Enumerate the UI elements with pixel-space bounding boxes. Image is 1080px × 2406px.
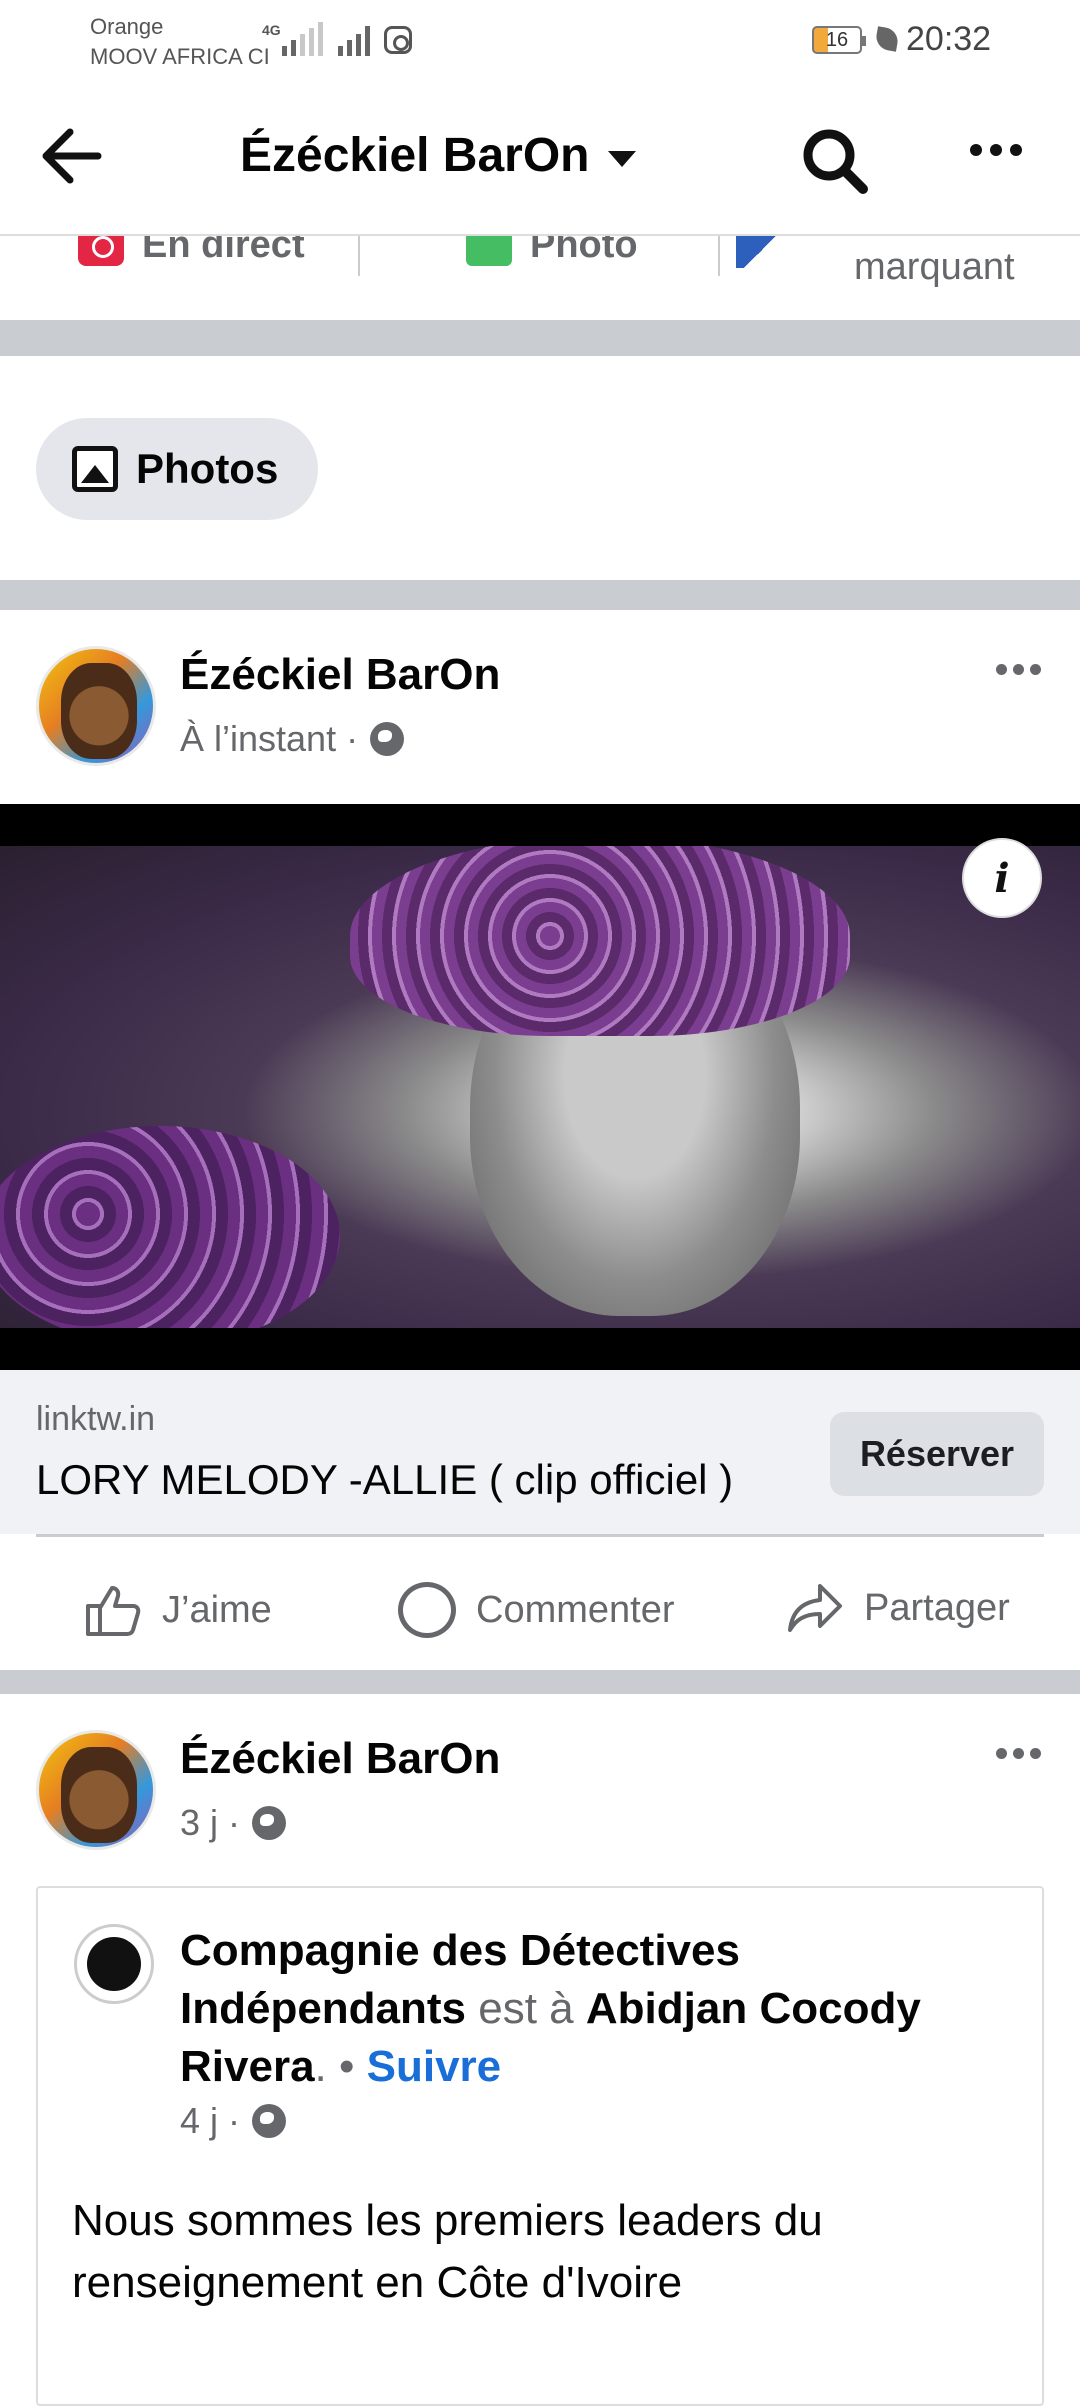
divider (36, 1534, 1044, 1537)
video-frame (0, 846, 1080, 1328)
post-body: Nous sommes les premiers leaders du rens… (72, 2190, 1052, 2314)
photos-icon (72, 446, 118, 492)
battery-saver-icon (874, 26, 900, 52)
comment-icon (398, 1582, 456, 1638)
page-title: Ézéckiel BarOn (240, 129, 590, 182)
photos-label: Photos (136, 445, 279, 492)
status-bar: Orange MOOV AFRICA CI 4G 16 20:32 (0, 0, 1080, 80)
post-body-line: Nous sommes les premiers leaders du (72, 2196, 823, 2245)
post-meta: 3 j · (180, 1802, 287, 1844)
section-divider (0, 580, 1080, 610)
more-horizontal-icon[interactable] (970, 144, 1022, 156)
link-preview[interactable]: linktw.in LORY MELODY -ALLIE ( clip offi… (0, 1370, 1080, 1534)
like-button[interactable]: J’aime (84, 1582, 272, 1638)
signal-icon (282, 22, 323, 56)
link-title: LORY MELODY -ALLIE ( clip officiel ) (36, 1456, 734, 1503)
divider (358, 236, 360, 276)
page-title-dropdown[interactable]: Ézéckiel BarOn (240, 128, 636, 183)
share-icon (786, 1582, 844, 1634)
arrow-left-icon[interactable] (36, 120, 108, 192)
comment-button[interactable]: Commenter (398, 1582, 675, 1638)
top-app-bar: Ézéckiel BarOn (0, 80, 1080, 236)
share-button[interactable]: Partager (786, 1582, 1010, 1634)
status-time: 20:32 (906, 20, 992, 58)
live-video-icon (78, 236, 124, 266)
post-author[interactable]: Ézéckiel BarOn (180, 1734, 500, 1784)
section-divider (0, 320, 1080, 356)
life-event-button[interactable]: marquant (854, 246, 1015, 289)
carrier-name-2: MOOV AFRICA CI (90, 44, 270, 69)
globe-icon (252, 1806, 287, 1840)
page-logo[interactable] (74, 1924, 154, 2004)
carrier-name: Orange (90, 14, 164, 39)
network-type: 4G (262, 22, 281, 38)
photos-button[interactable]: Photos (36, 418, 318, 520)
battery-icon: 16 (812, 26, 866, 54)
comment-label: Commenter (476, 1588, 675, 1631)
search-icon[interactable] (796, 122, 876, 202)
avatar[interactable] (36, 646, 156, 766)
post-time: À l’instant · (180, 718, 359, 759)
life-event-label: marquant (854, 246, 1015, 288)
post-options-icon[interactable] (996, 664, 1041, 675)
post-author[interactable]: Ézéckiel BarOn (180, 650, 500, 700)
separator: . • (314, 2042, 355, 2091)
post-options-icon[interactable] (996, 1748, 1041, 1759)
reserve-button[interactable]: Réserver (830, 1412, 1044, 1496)
like-label: J’aime (162, 1588, 272, 1631)
avatar[interactable] (36, 1730, 156, 1850)
is-at-text: est à (478, 1984, 574, 2033)
photo-button[interactable]: Photo (466, 236, 638, 267)
thumbs-up-icon (84, 1582, 142, 1638)
instagram-icon (384, 26, 412, 54)
flag-glyph (736, 236, 776, 268)
post-body-line: renseignement en Côte d'Ivoire (72, 2258, 683, 2307)
shared-post-header: Compagnie des Détectives Indépendants es… (180, 1922, 1010, 2096)
divider (718, 236, 720, 276)
live-button[interactable]: En direct (78, 236, 305, 267)
globe-icon (370, 722, 405, 756)
section-divider (0, 1670, 1080, 1694)
post-meta: À l’instant · (180, 718, 405, 760)
photo-label: Photo (530, 236, 638, 266)
video-player[interactable] (0, 804, 1080, 1370)
post-time: 3 j · (180, 1802, 241, 1843)
shared-post[interactable]: Compagnie des Détectives Indépendants es… (36, 1886, 1044, 2406)
globe-icon (252, 2104, 287, 2138)
signal-icon-2 (338, 22, 370, 56)
shared-post-time: 4 j · (180, 2100, 241, 2141)
shared-post-meta: 4 j · (180, 2100, 287, 2142)
carrier-info: Orange MOOV AFRICA CI (90, 12, 270, 72)
post-actions: J’aime Commenter Partager (0, 1540, 1080, 1670)
flag-icon[interactable] (736, 236, 776, 268)
info-icon[interactable]: i (962, 838, 1042, 918)
share-label: Partager (864, 1586, 1010, 1629)
link-domain: linktw.in (36, 1400, 156, 1438)
live-label: En direct (142, 236, 305, 266)
composer-actions: En direct Photo marquant (0, 236, 1080, 320)
chevron-down-icon (607, 150, 636, 167)
photo-icon (466, 236, 512, 266)
follow-link[interactable]: Suivre (367, 2042, 502, 2091)
